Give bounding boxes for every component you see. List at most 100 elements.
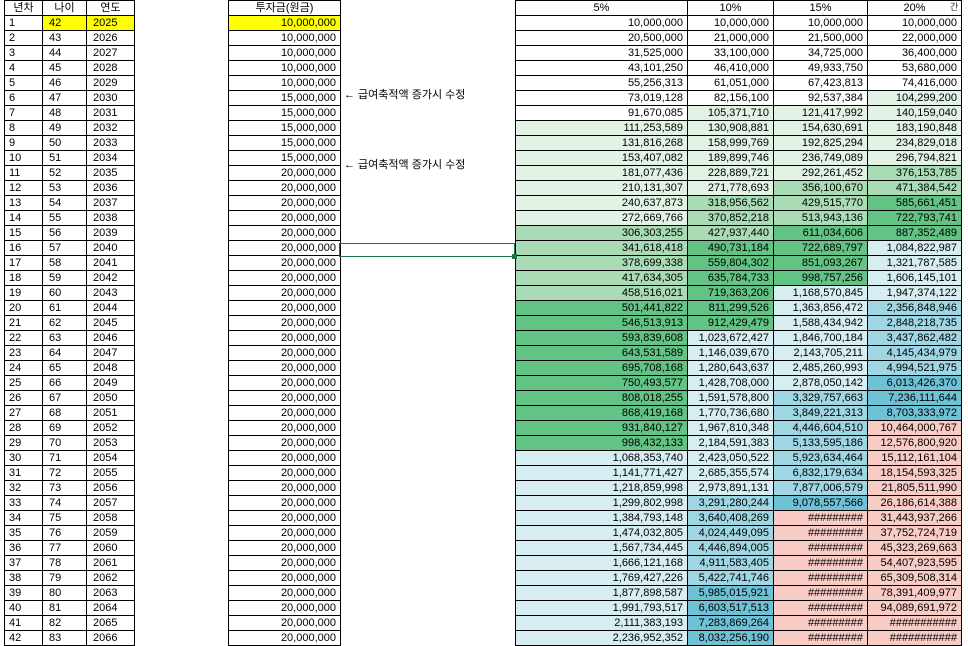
cell-age[interactable]: 70 — [42, 435, 87, 451]
cell-rate-5[interactable]: 2,111,383,193 — [515, 615, 688, 631]
cell-age[interactable]: 64 — [42, 345, 87, 361]
cell-num[interactable]: 27 — [4, 405, 43, 421]
cell-year[interactable]: 2061 — [86, 555, 135, 571]
cell-rate-10[interactable]: 3,291,280,244 — [687, 495, 774, 511]
cell-rate-10[interactable]: 427,937,440 — [687, 225, 774, 241]
cell-year[interactable]: 2036 — [86, 180, 135, 196]
cell-rate-10[interactable]: 1,280,643,637 — [687, 360, 774, 376]
cell-rate-5[interactable]: 643,531,589 — [515, 345, 688, 361]
cell-year[interactable]: 2048 — [86, 360, 135, 376]
spreadsheet-grid[interactable]: 년차 나이 연도 1 42 2025 2 43 2026 3 44 2027 4 45 2028 5 46… — [0, 0, 968, 646]
cell-age[interactable]: 73 — [42, 480, 87, 496]
cell-rate-10[interactable]: 21,000,000 — [687, 30, 774, 46]
cell-rate-5[interactable]: 306,303,255 — [515, 225, 688, 241]
cell-rate-20[interactable]: 6,013,426,370 — [867, 375, 962, 391]
cell-rate-20[interactable]: 234,829,018 — [867, 135, 962, 151]
cell-year[interactable]: 2033 — [86, 135, 135, 151]
cell-rate-20[interactable]: 104,299,200 — [867, 90, 962, 106]
cell-rate-15[interactable]: 2,485,260,993 — [773, 360, 868, 376]
cell-num[interactable]: 14 — [4, 210, 43, 226]
cell-rate-20[interactable]: 1,321,787,585 — [867, 255, 962, 271]
cell-year[interactable]: 2026 — [86, 30, 135, 46]
header-num[interactable]: 년차 — [4, 0, 43, 16]
cell-age[interactable]: 46 — [42, 75, 87, 91]
cell-year[interactable]: 2057 — [86, 495, 135, 511]
cell-invest[interactable]: 20,000,000 — [228, 210, 341, 226]
cell-invest[interactable]: 20,000,000 — [228, 600, 341, 616]
cell-rate-15[interactable]: 21,500,000 — [773, 30, 868, 46]
cell-rate-20[interactable]: 7,236,111,644 — [867, 390, 962, 406]
cell-rate-15[interactable]: 1,168,570,845 — [773, 285, 868, 301]
cell-invest[interactable]: 10,000,000 — [228, 75, 341, 91]
cell-rate-10[interactable]: 559,804,302 — [687, 255, 774, 271]
cell-rate-5[interactable]: 1,877,898,587 — [515, 585, 688, 601]
cell-age[interactable]: 78 — [42, 555, 87, 571]
cell-age[interactable]: 63 — [42, 330, 87, 346]
cell-year[interactable]: 2055 — [86, 465, 135, 481]
cell-rate-5[interactable]: 546,513,913 — [515, 315, 688, 331]
cell-year[interactable]: 2040 — [86, 240, 135, 256]
cell-invest[interactable]: 20,000,000 — [228, 420, 341, 436]
cell-year[interactable]: 2054 — [86, 450, 135, 466]
cell-rate-10[interactable]: 82,156,100 — [687, 90, 774, 106]
cell-rate-5[interactable]: 1,218,859,998 — [515, 480, 688, 496]
cell-invest[interactable]: 20,000,000 — [228, 375, 341, 391]
cell-rate-10[interactable]: 811,299,526 — [687, 300, 774, 316]
cell-year[interactable]: 2031 — [86, 105, 135, 121]
cell-invest[interactable]: 20,000,000 — [228, 180, 341, 196]
cell-num[interactable]: 6 — [4, 90, 43, 106]
cell-rate-20[interactable]: 10,000,000 — [867, 15, 962, 31]
cell-age[interactable]: 59 — [42, 270, 87, 286]
cell-age[interactable]: 54 — [42, 195, 87, 211]
cell-rate-20[interactable]: 12,576,800,920 — [867, 435, 962, 451]
cell-year[interactable]: 2065 — [86, 615, 135, 631]
cell-year[interactable]: 2029 — [86, 75, 135, 91]
cell-num[interactable]: 10 — [4, 150, 43, 166]
cell-num[interactable]: 25 — [4, 375, 43, 391]
cell-rate-15[interactable]: 5,133,595,186 — [773, 435, 868, 451]
cell-year[interactable]: 2027 — [86, 45, 135, 61]
cell-rate-10[interactable]: 130,908,881 — [687, 120, 774, 136]
cell-num[interactable]: 9 — [4, 135, 43, 151]
cell-rate-20[interactable]: 471,384,542 — [867, 180, 962, 196]
cell-age[interactable]: 62 — [42, 315, 87, 331]
cell-rate-20[interactable]: 78,391,409,977 — [867, 585, 962, 601]
cell-num[interactable]: 2 — [4, 30, 43, 46]
cell-invest[interactable]: 20,000,000 — [228, 270, 341, 286]
cell-num[interactable]: 35 — [4, 525, 43, 541]
cell-year[interactable]: 2049 — [86, 375, 135, 391]
cell-num[interactable]: 8 — [4, 120, 43, 136]
cell-num[interactable]: 1 — [4, 15, 43, 31]
cell-num[interactable]: 5 — [4, 75, 43, 91]
cell-year[interactable]: 2064 — [86, 600, 135, 616]
cell-rate-10[interactable]: 1,428,708,000 — [687, 375, 774, 391]
cell-age[interactable]: 53 — [42, 180, 87, 196]
cell-year[interactable]: 2042 — [86, 270, 135, 286]
cell-rate-5[interactable]: 458,516,021 — [515, 285, 688, 301]
cell-rate-15[interactable]: ######### — [773, 615, 868, 631]
cell-num[interactable]: 13 — [4, 195, 43, 211]
cell-rate-15[interactable]: 611,034,606 — [773, 225, 868, 241]
cell-rate-15[interactable]: 192,825,294 — [773, 135, 868, 151]
cell-invest[interactable]: 20,000,000 — [228, 165, 341, 181]
cell-rate-10[interactable]: 1,146,039,670 — [687, 345, 774, 361]
cell-age[interactable]: 49 — [42, 120, 87, 136]
cell-rate-20[interactable]: 37,752,724,719 — [867, 525, 962, 541]
cell-rate-15[interactable]: 1,588,434,942 — [773, 315, 868, 331]
cell-rate-10[interactable]: 33,100,000 — [687, 45, 774, 61]
cell-rate-5[interactable]: 1,567,734,445 — [515, 540, 688, 556]
cell-rate-10[interactable]: 2,184,591,383 — [687, 435, 774, 451]
cell-num[interactable]: 34 — [4, 510, 43, 526]
cell-year[interactable]: 2044 — [86, 300, 135, 316]
cell-num[interactable]: 28 — [4, 420, 43, 436]
cell-invest[interactable]: 20,000,000 — [228, 450, 341, 466]
cell-rate-15[interactable]: 513,943,136 — [773, 210, 868, 226]
cell-rate-5[interactable]: 1,299,802,998 — [515, 495, 688, 511]
cell-age[interactable]: 60 — [42, 285, 87, 301]
cell-rate-5[interactable]: 1,384,793,148 — [515, 510, 688, 526]
cell-rate-10[interactable]: 2,423,050,522 — [687, 450, 774, 466]
cell-age[interactable]: 45 — [42, 60, 87, 76]
cell-invest[interactable]: 20,000,000 — [228, 195, 341, 211]
cell-rate-15[interactable]: 236,749,089 — [773, 150, 868, 166]
cell-age[interactable]: 44 — [42, 45, 87, 61]
